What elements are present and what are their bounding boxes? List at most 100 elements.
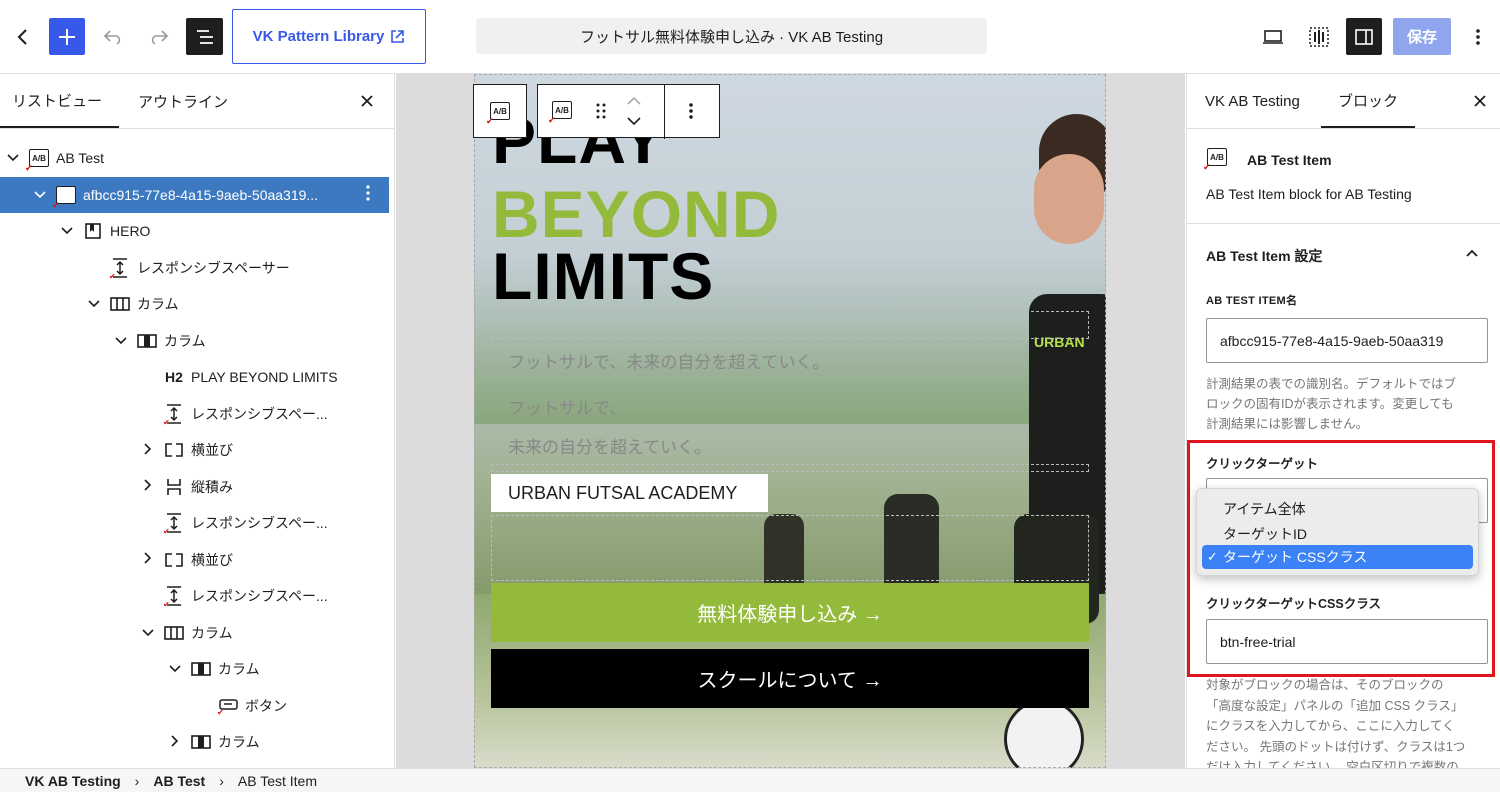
list-item[interactable]: カラム [0,323,389,359]
chevron-right-icon[interactable] [141,479,155,494]
chevron-right-icon[interactable] [168,734,182,750]
button-icon: ✔ [217,695,239,717]
list-item[interactable]: H2 PLAY BEYOND LIMITS [0,359,389,395]
plugin-button[interactable] [1302,18,1336,55]
help-line: だけ入力してください。 空白区切りで複数の [1206,760,1459,768]
breadcrumb-item[interactable]: VK AB Testing [25,773,121,789]
list-item-label: 横並び [191,551,233,568]
desktop-icon [1263,29,1283,44]
item-name-help: 計測結果の表での識別名。デフォルトではブ ロックの固有IDが表示されます。変更し… [1206,374,1456,434]
chevron-right-icon: › [219,772,224,789]
list-item[interactable]: ✔ レスポンシブスペーサー [0,250,389,286]
save-button[interactable]: 保存 [1393,18,1451,55]
more-vertical-icon[interactable] [366,185,370,204]
list-item[interactable]: カラム [0,286,389,322]
add-block-button[interactable] [49,18,85,55]
list-item[interactable]: A/B AB Test [0,140,389,176]
list-item-label: 横並び [191,442,233,458]
column-icon [190,731,212,753]
block-card-icon: A/B [1203,148,1227,173]
undo-button[interactable] [100,18,128,55]
hero-subtitle-line1: フットサルで、 [508,399,627,418]
hero-heading-line3: LIMITS [492,239,715,313]
free-trial-button[interactable]: 無料体験申し込み → [491,583,1089,642]
tab-block-label: ブロック [1337,92,1398,110]
list-item[interactable]: ✔ レスポンシブスペー... [0,578,389,614]
list-item-label: カラム [218,661,260,677]
list-item[interactable]: ✔ レスポンシブスペー... [0,396,389,432]
list-item[interactable]: A/B afbcc915-77e8-4a15-9aeb-50aa319... [0,176,389,213]
chevron-right-icon[interactable] [141,442,155,458]
chevron-down-icon[interactable] [33,188,47,202]
list-view-panel: リストビュー アウトライン A/B AB Test A/B afbcc915-77e8… [0,74,395,768]
move-up-down-buttons[interactable] [626,95,642,130]
row-icon [163,439,185,461]
drag-handle[interactable] [595,101,607,124]
ab-test-icon: A/B [25,147,50,174]
item-name-label: AB TEST ITEM名 [1206,295,1298,307]
column-icon [136,330,158,352]
tab-block[interactable]: ブロック [1321,74,1415,128]
parent-block-selector[interactable]: A/B [473,84,527,138]
chevron-down-icon[interactable] [87,297,101,311]
settings-panel-header[interactable]: AB Test Item 設定 [1187,234,1500,274]
option-target-id[interactable]: ターゲットID [1223,524,1307,544]
chevron-down-icon[interactable] [141,626,155,640]
redo-button[interactable] [144,18,172,55]
list-item-label: レスポンシブスペー... [191,405,328,422]
list-item-label: カラム [218,734,260,750]
list-item[interactable]: カラム [0,615,389,651]
document-overview-button[interactable] [186,18,223,55]
tab-list-view[interactable]: リストビュー [0,74,119,128]
list-item[interactable]: HERO [0,213,389,249]
list-item[interactable]: 横並び [0,542,389,578]
about-school-button[interactable]: スクールについて → [491,649,1089,708]
pattern-library-button[interactable]: VK Pattern Library [232,9,426,64]
block-card-description: AB Test Item block for AB Testing [1206,186,1412,202]
option-target-css-class[interactable]: ✓ ターゲット CSSクラス [1202,545,1473,569]
chevron-up-down-icon [627,96,641,126]
preview-button[interactable] [1256,18,1290,55]
tab-outline[interactable]: アウトライン [138,74,238,128]
tab-vk-ab-testing[interactable]: VK AB Testing [1205,74,1305,128]
item-name-input[interactable]: afbcc915-77e8-4a15-9aeb-50aa319 [1206,318,1488,363]
list-item[interactable]: カラム [0,724,389,760]
vk-plugin-icon [1309,26,1329,47]
ab-test-icon: A/B [548,101,572,126]
pattern-library-label: VK Pattern Library [252,28,385,45]
back-icon[interactable] [8,18,36,55]
document-title-bar[interactable]: フットサル無料体験申し込み · VK AB Testing [476,18,987,54]
css-class-input[interactable]: btn-free-trial [1206,619,1488,664]
list-item-label: レスポンシブスペー... [191,515,328,531]
stack-icon [163,476,185,498]
list-item[interactable]: ✔ レスポンシブスペー... [0,505,389,541]
external-link-icon [391,30,405,43]
settings-sidebar: VK AB Testing ブロック A/B AB Test Item AB T… [1186,74,1500,768]
close-list-view-button[interactable] [357,74,377,128]
block-options-button[interactable] [689,102,693,123]
click-target-dropdown: アイテム全体 ターゲットID ✓ ターゲット CSSクラス [1196,488,1479,576]
list-item[interactable]: カラム [0,651,389,687]
drag-icon [596,103,606,119]
chevron-down-icon[interactable] [168,662,182,676]
svg-text:✔: ✔ [163,600,170,607]
breadcrumb-item[interactable]: AB Test [153,773,205,789]
svg-text:✔: ✔ [163,418,170,425]
block-type-button[interactable]: A/B [548,101,572,126]
chevron-right-icon[interactable] [141,552,155,567]
close-settings-button[interactable] [1470,74,1490,128]
hero-section[interactable]: URBAN PLAY BEYOND LIMITS フットサルで、未来の自分を超え… [474,74,1106,768]
chevron-down-icon[interactable] [6,151,20,165]
option-whole-item[interactable]: アイテム全体 [1223,499,1306,519]
options-button[interactable] [1464,18,1492,55]
chevron-down-icon[interactable] [60,224,74,238]
help-line: 計測結果には影響しません。 [1206,417,1369,431]
list-item[interactable]: ✔ ボタン [0,688,389,724]
list-item[interactable]: 縦積み [0,469,389,505]
list-item[interactable]: カラム [0,761,389,769]
plus-icon [59,28,75,45]
close-icon [361,95,373,107]
settings-toggle-button[interactable] [1346,18,1382,55]
chevron-down-icon[interactable] [114,334,128,348]
list-item[interactable]: 横並び [0,432,389,468]
